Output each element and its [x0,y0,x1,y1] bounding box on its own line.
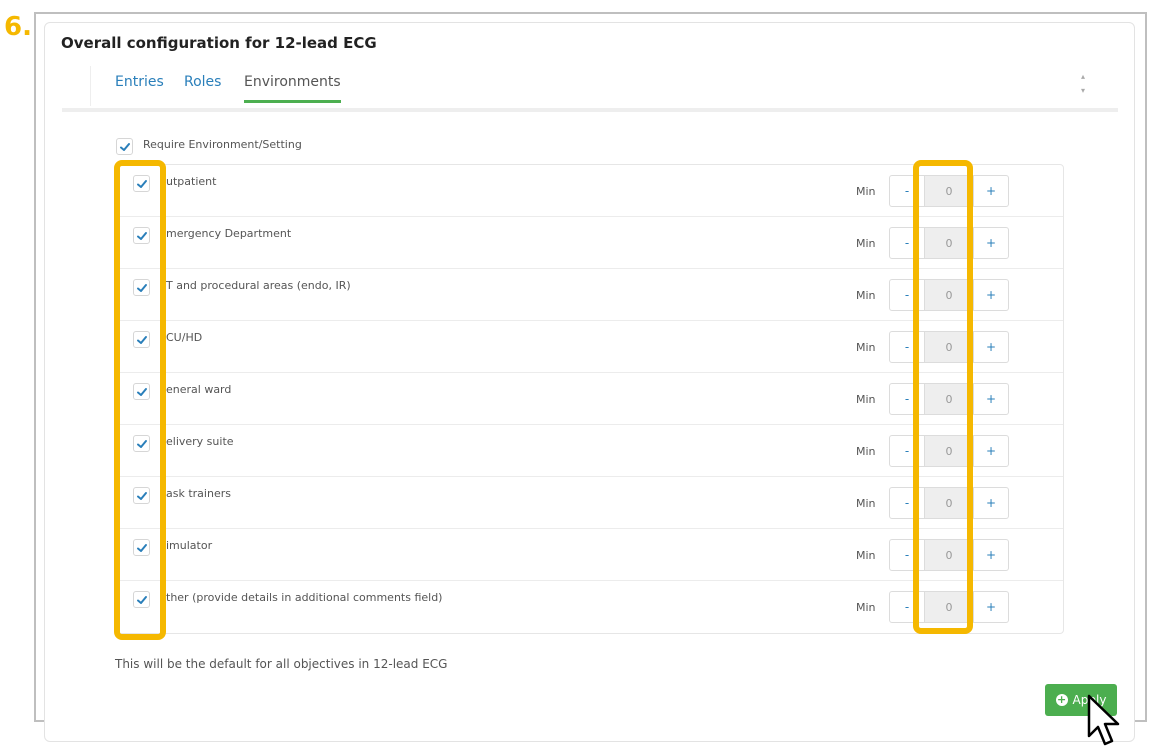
tab-environments[interactable]: Environments [244,74,341,103]
environment-checkbox[interactable] [133,175,150,192]
check-icon [136,595,147,604]
increment-button[interactable]: + [973,279,1009,311]
tab-roles[interactable]: Roles [184,74,221,100]
increment-button[interactable]: + [973,435,1009,467]
increment-button[interactable]: + [973,383,1009,415]
plus-circle-icon: + [1055,693,1068,706]
check-icon [136,283,147,292]
environment-row: eneral ward Min - 0 + [118,373,1063,425]
min-value-input[interactable]: 0 [925,539,973,571]
min-label: Min [856,393,876,406]
environment-label: elivery suite [166,435,234,448]
environment-row: utpatient Min - 0 + [118,165,1063,217]
min-value-input[interactable]: 0 [925,279,973,311]
min-value-input[interactable]: 0 [925,487,973,519]
decrement-button[interactable]: - [889,175,925,207]
environment-checkbox[interactable] [133,487,150,504]
environment-label: CU/HD [166,331,203,344]
decrement-button[interactable]: - [889,331,925,363]
min-value-input[interactable]: 0 [925,383,973,415]
environment-label: ask trainers [166,487,231,500]
environment-checkbox[interactable] [133,591,150,608]
min-label: Min [856,185,876,198]
environment-row: imulator Min - 0 + [118,529,1063,581]
environment-checkbox[interactable] [133,539,150,556]
decrement-button[interactable]: - [889,487,925,519]
min-label: Min [856,445,876,458]
min-value-input[interactable]: 0 [925,591,973,623]
min-label: Min [856,601,876,614]
min-value-input[interactable]: 0 [925,175,973,207]
tab-entries[interactable]: Entries [115,74,164,100]
decrement-button[interactable]: - [889,279,925,311]
environment-label: eneral ward [166,383,232,396]
environment-row: elivery suite Min - 0 + [118,425,1063,477]
tab-scroll-indicator[interactable]: ▴ ▾ [1078,70,1088,112]
decrement-button[interactable]: - [889,435,925,467]
environment-checkbox[interactable] [133,435,150,452]
check-icon [136,439,147,448]
step-number: 6. [4,12,32,42]
decrement-button[interactable]: - [889,383,925,415]
check-icon [136,335,147,344]
panel-title: Overall configuration for 12-lead ECG [61,34,377,52]
environment-checkbox[interactable] [133,279,150,296]
tab-bar-divider [90,66,91,106]
tab-bar: Entries Roles Environments ▴ ▾ [62,66,1118,112]
min-label: Min [856,341,876,354]
increment-button[interactable]: + [973,227,1009,259]
environment-label: ther (provide details in additional comm… [166,591,443,604]
require-environment-checkbox[interactable] [116,138,133,155]
check-icon [136,387,147,396]
environment-checkbox[interactable] [133,331,150,348]
min-value-input[interactable]: 0 [925,227,973,259]
increment-button[interactable]: + [973,175,1009,207]
default-note: This will be the default for all objecti… [115,657,448,671]
check-icon [136,179,147,188]
environment-row: mergency Department Min - 0 + [118,217,1063,269]
check-icon [136,231,147,240]
check-icon [136,491,147,500]
environment-row: CU/HD Min - 0 + [118,321,1063,373]
environment-row: ask trainers Min - 0 + [118,477,1063,529]
check-icon [136,543,147,552]
environment-label: imulator [166,539,213,552]
increment-button[interactable]: + [973,487,1009,519]
min-value-input[interactable]: 0 [925,435,973,467]
decrement-button[interactable]: - [889,227,925,259]
check-icon [119,142,130,151]
decrement-button[interactable]: - [889,539,925,571]
mouse-pointer-icon [1087,694,1120,746]
min-label: Min [856,237,876,250]
environment-checkbox[interactable] [133,227,150,244]
increment-button[interactable]: + [973,591,1009,623]
decrement-button[interactable]: - [889,591,925,623]
min-label: Min [856,497,876,510]
environment-label: mergency Department [166,227,292,240]
increment-button[interactable]: + [973,539,1009,571]
increment-button[interactable]: + [973,331,1009,363]
environment-checkbox[interactable] [133,383,150,400]
environment-row: ther (provide details in additional comm… [118,581,1063,633]
min-label: Min [856,549,876,562]
min-label: Min [856,289,876,302]
min-value-input[interactable]: 0 [925,331,973,363]
environment-row: T and procedural areas (endo, IR) Min - … [118,269,1063,321]
environment-label: utpatient [166,175,217,188]
environments-table: utpatient Min - 0 + mergency Department … [117,164,1064,634]
environment-label: T and procedural areas (endo, IR) [166,279,351,292]
require-environment-label: Require Environment/Setting [143,138,302,151]
